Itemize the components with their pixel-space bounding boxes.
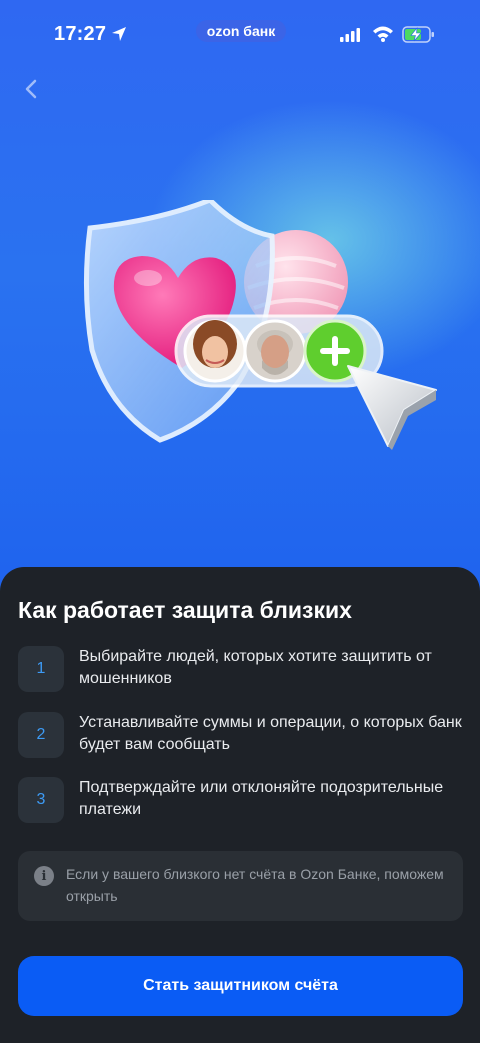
brand-badge: ozon банк (196, 20, 286, 42)
info-notice: i Если у вашего близкого нет счёта в Ozo… (18, 851, 463, 921)
contacts-pill (174, 314, 384, 388)
avatar-man (243, 319, 307, 383)
location-arrow-icon (112, 27, 126, 41)
info-icon: i (34, 866, 54, 886)
protection-illustration (83, 200, 437, 450)
step-number: 1 (18, 646, 64, 692)
step-text: Подтверждайте или отклоняйте подозритель… (79, 779, 444, 818)
back-button[interactable] (16, 74, 46, 104)
step-item: 2 Устанавливайте суммы и операции, о кот… (18, 712, 462, 762)
step-text: Устанавливайте суммы и операции, о котор… (79, 714, 462, 753)
avatar-woman (183, 319, 247, 383)
step-text: Выбирайте людей, которых хотите защитить… (79, 648, 432, 687)
battery-charging-icon (402, 26, 434, 43)
step-number: 3 (18, 777, 64, 823)
status-time: 17:27 (54, 23, 107, 45)
step-item: 3 Подтверждайте или отклоняйте подозрите… (18, 777, 462, 827)
cursor-arrow-icon (347, 365, 437, 450)
hero-banner: 17:27 ozon банк (0, 0, 480, 600)
info-text: Если у вашего близкого нет счёта в Ozon … (66, 866, 444, 904)
info-bottom-sheet: Как работает защита близких 1 Выбирайте … (0, 567, 480, 1043)
become-guardian-button[interactable]: Стать защитником счёта (18, 956, 463, 1016)
cellular-signal-icon (340, 28, 360, 42)
status-bar: 17:27 ozon банк (0, 0, 480, 66)
wifi-icon (373, 26, 393, 42)
step-item: 1 Выбирайте людей, которых хотите защити… (18, 646, 462, 696)
chevron-left-icon (25, 79, 37, 99)
sheet-title: Как работает защита близких (18, 597, 352, 623)
step-number: 2 (18, 712, 64, 758)
